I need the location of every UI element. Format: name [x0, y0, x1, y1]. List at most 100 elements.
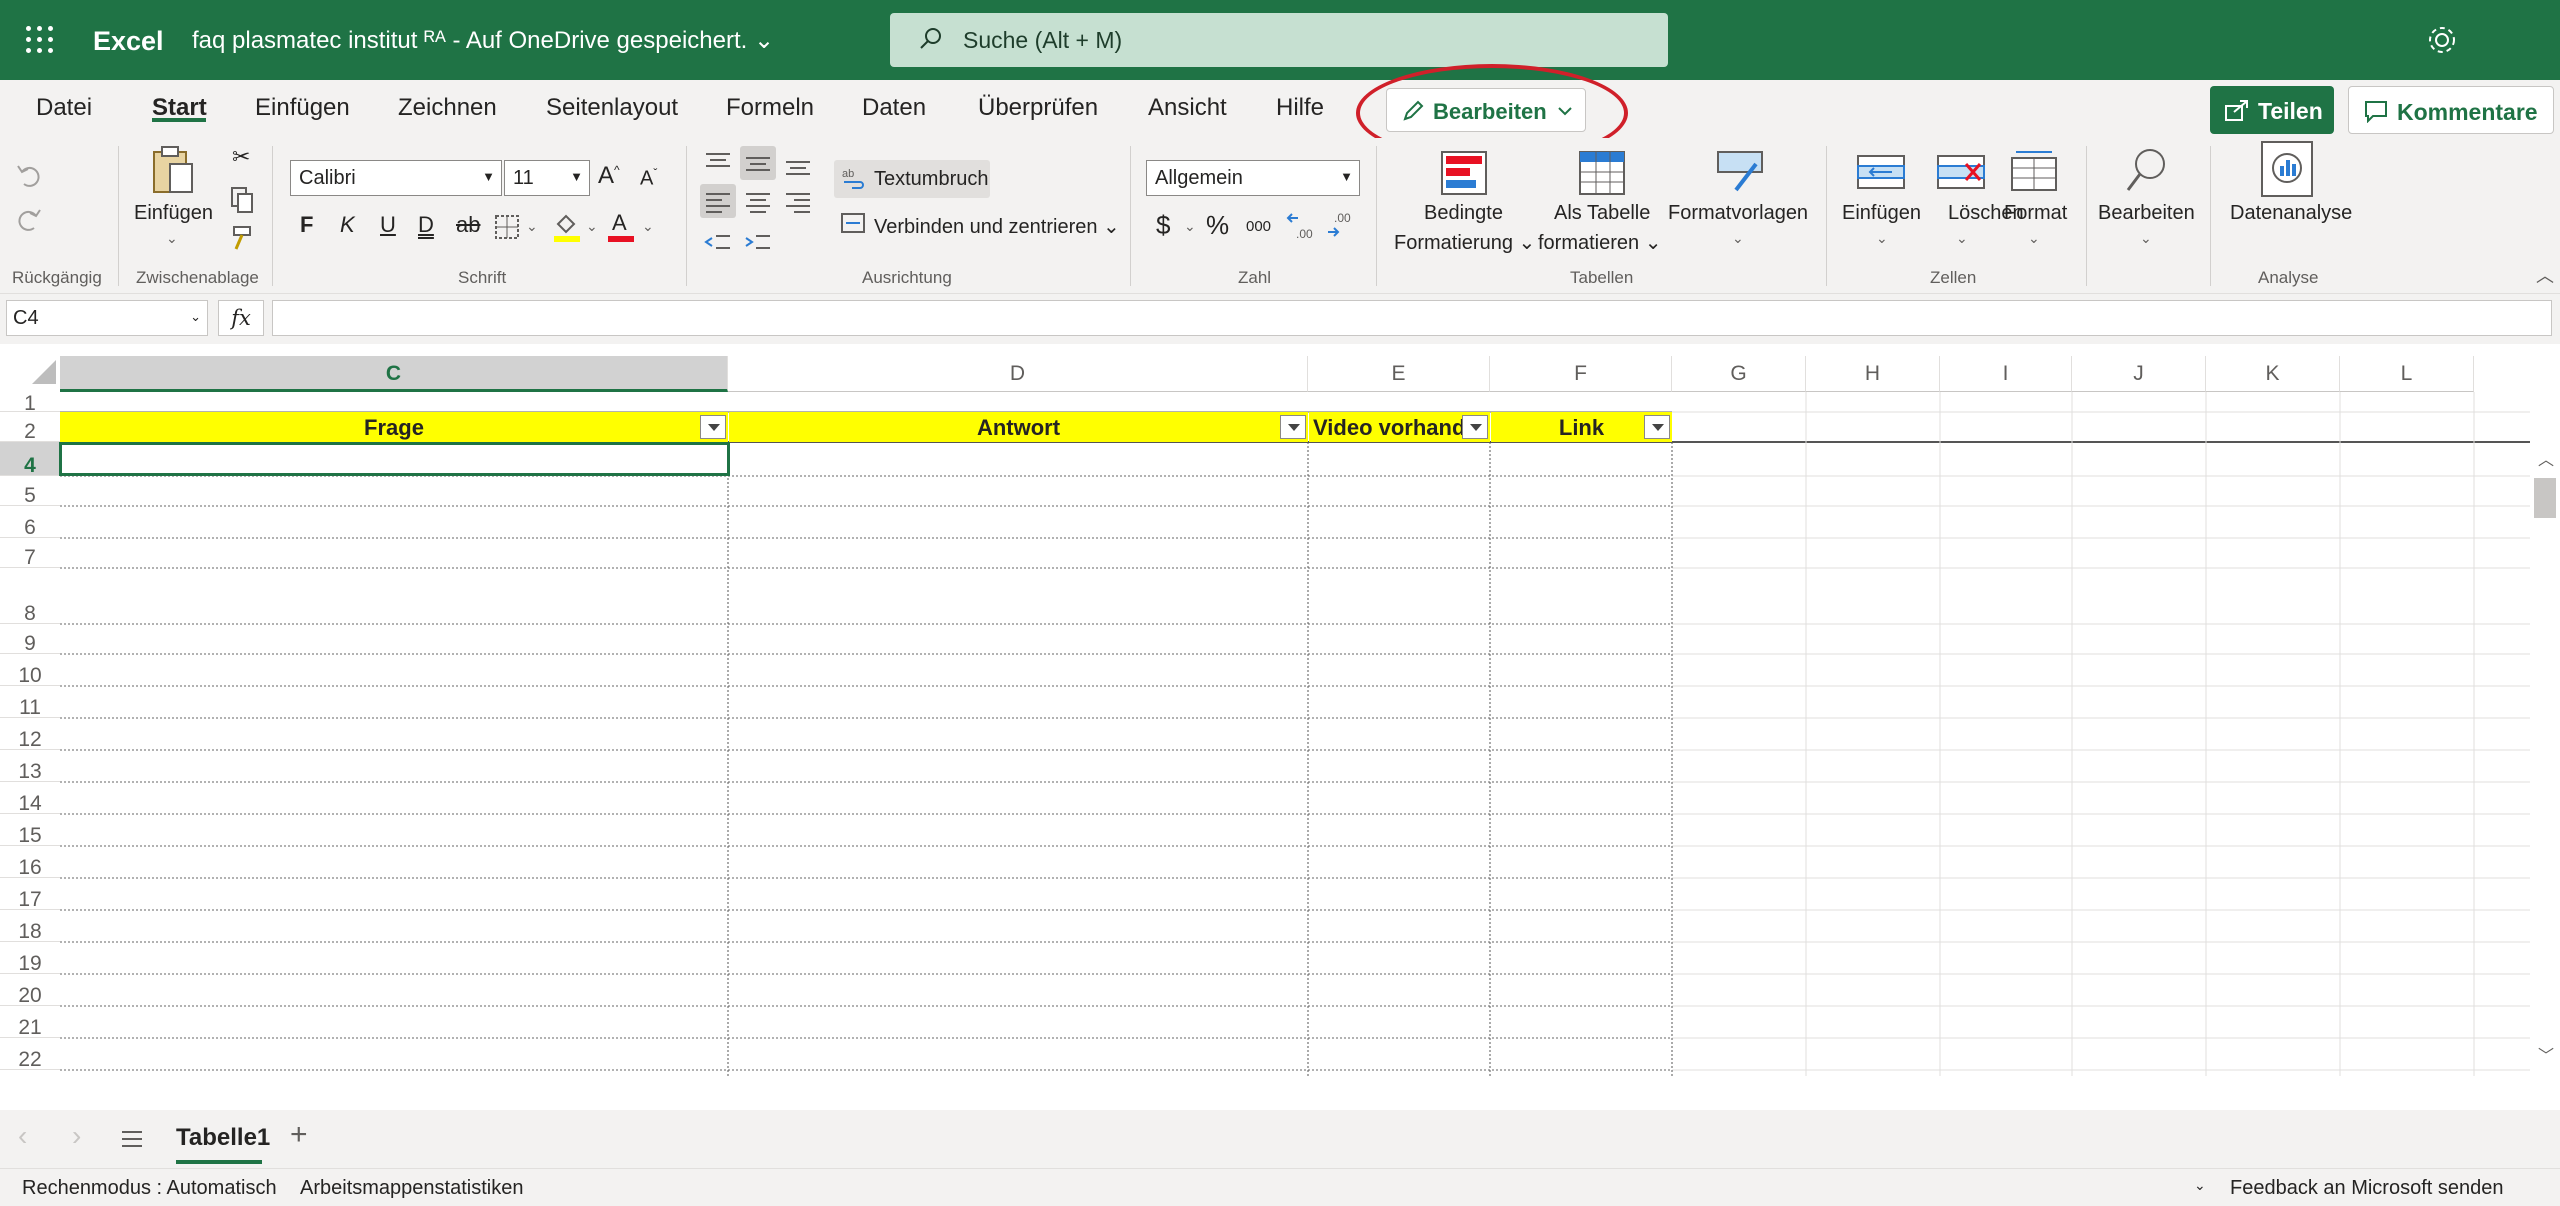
- chevron-down-icon[interactable]: ⌄: [2028, 230, 2040, 247]
- row-header[interactable]: 16: [0, 846, 60, 879]
- font-size-select[interactable]: 11 ▼: [504, 160, 590, 196]
- calc-mode-status[interactable]: Rechenmodus : Automatisch: [22, 1177, 277, 1200]
- double-underline-button[interactable]: D: [418, 212, 434, 238]
- row-header[interactable]: 18: [0, 910, 60, 943]
- tab-hilfe[interactable]: Hilfe: [1276, 94, 1324, 122]
- strikethrough-button[interactable]: ab: [456, 212, 480, 238]
- row-header[interactable]: 11: [0, 686, 60, 719]
- row-header[interactable]: 10: [0, 654, 60, 687]
- conditional-formatting-icon[interactable]: [1440, 150, 1488, 196]
- decrease-font-size-icon[interactable]: Aˇ: [640, 166, 657, 191]
- row-header[interactable]: 1: [0, 392, 60, 415]
- paste-label[interactable]: Einfügen: [134, 202, 213, 225]
- increase-font-size-icon[interactable]: A^: [598, 162, 620, 190]
- fill-color-icon[interactable]: [552, 210, 582, 244]
- align-top-icon[interactable]: [704, 150, 732, 174]
- add-sheet-button[interactable]: +: [290, 1118, 308, 1152]
- next-sheet-icon[interactable]: ›: [72, 1120, 81, 1152]
- editing-label[interactable]: Bearbeiten: [2098, 202, 2195, 225]
- paste-icon[interactable]: [150, 144, 196, 196]
- row-header[interactable]: 22: [0, 1038, 60, 1071]
- row-header[interactable]: 6: [0, 506, 60, 539]
- delete-cells-icon[interactable]: [1936, 152, 1986, 192]
- tab-formeln[interactable]: Formeln: [726, 94, 814, 122]
- format-cells-label[interactable]: Format: [2004, 202, 2067, 225]
- tab-datei[interactable]: Datei: [36, 94, 92, 122]
- sheet-tab-tabelle1[interactable]: Tabelle1: [176, 1124, 270, 1152]
- chevron-down-icon[interactable]: ⌄: [1732, 230, 1744, 247]
- decrease-indent-icon[interactable]: [704, 230, 732, 254]
- active-cell-c4[interactable]: [59, 442, 730, 476]
- increase-decimal-icon[interactable]: .00: [1284, 210, 1316, 242]
- insert-function-button[interactable]: fx: [218, 300, 264, 336]
- chevron-down-icon[interactable]: ⌄: [166, 230, 178, 247]
- row-header[interactable]: 5: [0, 476, 60, 507]
- increase-indent-icon[interactable]: [744, 230, 772, 254]
- font-name-select[interactable]: Calibri ▼: [290, 160, 502, 196]
- format-painter-icon[interactable]: [228, 224, 256, 252]
- cut-icon[interactable]: ✂: [232, 144, 250, 170]
- underline-button[interactable]: U: [380, 212, 396, 238]
- document-title[interactable]: faq plasmatec institut ᴿᴬ - Auf OneDrive…: [192, 26, 774, 55]
- format-cells-icon[interactable]: [2010, 148, 2058, 192]
- comments-button[interactable]: Kommentare: [2348, 86, 2554, 134]
- row-header[interactable]: 19: [0, 942, 60, 975]
- app-name[interactable]: Excel: [93, 26, 164, 57]
- scroll-left-icon[interactable]: ‹: [66, 1080, 74, 1086]
- borders-icon[interactable]: [494, 214, 520, 240]
- align-center-icon[interactable]: [744, 190, 772, 214]
- redo-icon[interactable]: [14, 204, 44, 234]
- insert-cells-icon[interactable]: [1856, 152, 1906, 192]
- chevron-down-icon[interactable]: ⌄: [642, 218, 654, 235]
- number-format-select[interactable]: Allgemein ▼: [1146, 160, 1360, 196]
- undo-icon[interactable]: [14, 160, 44, 190]
- find-search-icon[interactable]: [2124, 146, 2170, 196]
- search-box[interactable]: Suche (Alt + M): [890, 13, 1668, 67]
- conditional-formatting-label-1[interactable]: Bedingte: [1424, 202, 1503, 225]
- scroll-down-icon[interactable]: ﹀: [2538, 1042, 2554, 1066]
- row-header[interactable]: 2: [0, 412, 60, 443]
- align-right-icon[interactable]: [784, 190, 812, 214]
- decrease-decimal-icon[interactable]: .00: [1324, 210, 1356, 242]
- row-header[interactable]: 17: [0, 878, 60, 911]
- scroll-right-icon[interactable]: ›: [2512, 1080, 2520, 1086]
- app-launcher-icon[interactable]: [26, 26, 54, 54]
- collapse-ribbon-icon[interactable]: ︿: [2536, 262, 2554, 288]
- align-bottom-icon[interactable]: [784, 154, 812, 178]
- header-cell-frage[interactable]: Frage: [60, 412, 728, 442]
- workbook-statistics-link[interactable]: Arbeitsmappenstatistiken: [300, 1177, 523, 1200]
- row-header[interactable]: 7: [0, 538, 60, 569]
- row-header[interactable]: 9: [0, 624, 60, 655]
- data-analysis-icon[interactable]: [2260, 140, 2314, 198]
- tab-einfuegen[interactable]: Einfügen: [255, 94, 350, 122]
- chevron-down-icon[interactable]: ⌄: [1876, 230, 1888, 247]
- tab-daten[interactable]: Daten: [862, 94, 926, 122]
- merge-center-icon[interactable]: [840, 210, 866, 236]
- all-sheets-menu-icon[interactable]: [120, 1128, 144, 1150]
- bold-button[interactable]: F: [300, 212, 313, 238]
- name-box[interactable]: C4 ⌄: [6, 300, 208, 336]
- data-analysis-label[interactable]: Datenanalyse: [2230, 202, 2352, 225]
- filter-dropdown-button[interactable]: [700, 415, 726, 439]
- row-header[interactable]: 21: [0, 1006, 60, 1039]
- currency-format-button[interactable]: $: [1156, 210, 1170, 241]
- row-header[interactable]: 12: [0, 718, 60, 751]
- settings-gear-icon[interactable]: [2424, 22, 2460, 58]
- copy-icon[interactable]: [228, 186, 256, 214]
- horizontal-scrollbar[interactable]: ‹ ›: [60, 1080, 2530, 1086]
- italic-button[interactable]: K: [340, 212, 355, 238]
- scroll-up-icon[interactable]: ︿: [2538, 446, 2554, 470]
- row-header[interactable]: 14: [0, 782, 60, 815]
- chevron-down-icon[interactable]: ⌄: [1956, 230, 1968, 247]
- merge-center-label[interactable]: Verbinden und zentrieren ⌄: [874, 214, 1120, 239]
- vertical-scroll-thumb[interactable]: [2534, 478, 2556, 518]
- row-header[interactable]: 8: [0, 568, 60, 625]
- formula-input[interactable]: [272, 300, 2552, 336]
- tab-ansicht[interactable]: Ansicht: [1148, 94, 1227, 122]
- row-header[interactable]: 4: [0, 442, 60, 477]
- filter-dropdown-button[interactable]: [1644, 415, 1670, 439]
- previous-sheet-icon[interactable]: ‹: [18, 1120, 27, 1152]
- chevron-down-icon[interactable]: ⌄: [586, 218, 598, 235]
- format-as-table-label-1[interactable]: Als Tabelle: [1554, 202, 1650, 225]
- spreadsheet-grid[interactable]: C D E F G H I J K L 1 2 4 5 6 7 8 9 10 11 12 13 14 15…: [0, 346, 2560, 1086]
